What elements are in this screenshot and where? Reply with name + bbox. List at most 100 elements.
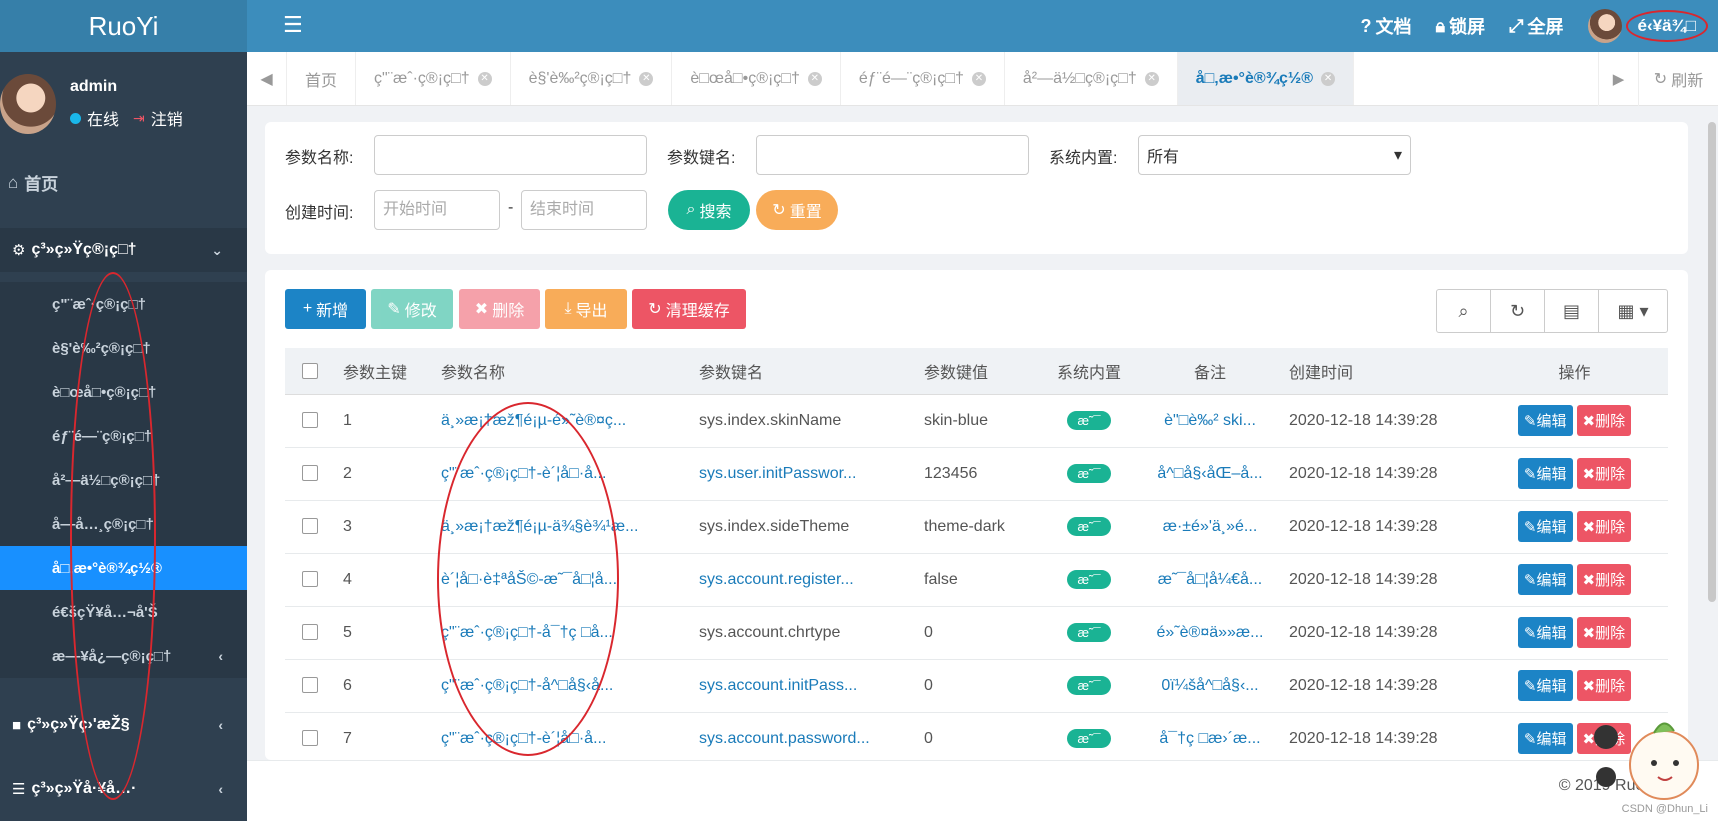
tab-refresh-button[interactable]: ↻ 刷新: [1638, 52, 1718, 106]
sidebar-item-role[interactable]: è§'è‰²ç®¡ç□†: [0, 326, 247, 370]
export-button[interactable]: ⤓ 导出: [545, 289, 627, 329]
cell-remark[interactable]: æ·±é»'ä¸»é...: [1139, 500, 1281, 554]
row-edit-button[interactable]: ✎编辑: [1517, 458, 1573, 489]
row-checkbox[interactable]: [302, 518, 318, 535]
refresh-icon[interactable]: ↻: [1491, 290, 1545, 332]
tab-home[interactable]: 首页: [287, 52, 357, 105]
sidebar-item-dept[interactable]: éƒ¨é—¨ç®¡ç□†: [0, 414, 247, 458]
cell-remark[interactable]: 0ï¼šå^□å§‹...: [1139, 659, 1281, 713]
close-icon[interactable]: ✕: [477, 71, 492, 86]
clear-cache-button[interactable]: ↻ 清理缓存: [632, 289, 746, 329]
sidebar-item-menu[interactable]: è□œå□•ç®¡ç□†: [0, 370, 247, 414]
col-header[interactable]: 参数主键: [335, 348, 433, 395]
sidebar-item-home[interactable]: ⌂ 首页: [8, 170, 58, 195]
sidebar-item-user[interactable]: ç"¨æˆ·ç®¡ç□†: [0, 282, 247, 326]
close-icon[interactable]: ✕: [639, 71, 654, 86]
close-icon[interactable]: ✕: [1144, 71, 1159, 86]
cell-name[interactable]: è´¦å□·è‡ªåŠ©-æ˜¯å□¦å...: [433, 553, 691, 607]
app-logo[interactable]: RuoYi: [0, 0, 247, 52]
user-menu[interactable]: é‹¥ä¾□: [1587, 9, 1708, 43]
col-header[interactable]: 系统内置: [1039, 348, 1139, 395]
col-header[interactable]: 参数键名: [691, 348, 916, 395]
cell-remark[interactable]: é»˜è®¤ä»»æ...: [1139, 606, 1281, 660]
sidebar-item-config[interactable]: å□‚æ•°è®¾ç½®: [0, 546, 247, 590]
edit-button[interactable]: ✎ 修改: [371, 289, 453, 329]
row-delete-button[interactable]: ✖删除: [1576, 670, 1632, 701]
param-key-input[interactable]: [756, 135, 1029, 175]
cell-remark[interactable]: è"□è‰² ski...: [1139, 394, 1281, 448]
row-edit-button[interactable]: ✎编辑: [1517, 405, 1573, 436]
add-button[interactable]: + 新增: [285, 289, 366, 329]
cell-name[interactable]: ç"¨æˆ·ç®¡ç□†-å^□å§‹å...: [433, 659, 691, 713]
sidebar-section-tools[interactable]: ☰ ç³»ç»Ÿå·¥å…· ‹: [0, 767, 247, 811]
col-header[interactable]: 参数键值: [916, 348, 1039, 395]
select-all-checkbox[interactable]: [302, 362, 318, 379]
sidebar-item-notice[interactable]: é€šçŸ¥å…¬å'Š: [0, 590, 247, 634]
tab-user[interactable]: ç"¨æˆ·ç®¡ç□† ✕: [356, 52, 511, 105]
col-header[interactable]: 创建时间: [1281, 348, 1481, 395]
row-edit-button[interactable]: ✎编辑: [1517, 564, 1573, 595]
sidebar-item-log[interactable]: æ—¥å¿—ç®¡ç□† ‹: [0, 634, 247, 678]
sidebar-item-dict[interactable]: å—å…¸ç®¡ç□†: [0, 502, 247, 546]
cell-name[interactable]: ç"¨æˆ·ç®¡ç□†-è´¦å□·å...: [433, 712, 691, 760]
close-icon[interactable]: ✕: [807, 71, 822, 86]
row-checkbox[interactable]: [302, 624, 318, 641]
row-delete-button[interactable]: ✖删除: [1576, 511, 1632, 542]
row-checkbox[interactable]: [302, 677, 318, 694]
builtin-select[interactable]: 所有 ▾: [1138, 135, 1411, 175]
row-delete-button[interactable]: ✖删除: [1576, 564, 1632, 595]
row-delete-button[interactable]: ✖删除: [1576, 617, 1632, 648]
logout-link[interactable]: 注销: [151, 106, 183, 130]
row-delete-button[interactable]: ✖删除: [1576, 405, 1632, 436]
tab-post[interactable]: å²—ä½□ç®¡ç□† ✕: [1005, 52, 1178, 105]
fullscreen-link[interactable]: ⤢ 全屏: [1509, 13, 1563, 39]
lock-screen-link[interactable]: 🔒︎ 锁屏: [1436, 13, 1486, 39]
row-edit-button[interactable]: ✎编辑: [1517, 723, 1573, 754]
tab-config[interactable]: å□‚æ•°è®¾ç½® ✕: [1177, 52, 1355, 105]
col-header[interactable]: 备注: [1139, 348, 1281, 395]
delete-button[interactable]: ✖ 删除: [459, 289, 540, 329]
cell-remark[interactable]: å¯†ç □æ›´æ...: [1139, 712, 1281, 760]
end-time-input[interactable]: [521, 190, 647, 230]
row-checkbox[interactable]: [302, 465, 318, 482]
row-delete-button[interactable]: ✖删除: [1576, 458, 1632, 489]
toggle-view-icon[interactable]: ▤: [1545, 290, 1599, 332]
cell-key[interactable]: sys.account.initPass...: [691, 659, 916, 713]
docs-link[interactable]: ? 文档: [1361, 13, 1412, 39]
row-edit-button[interactable]: ✎编辑: [1517, 617, 1573, 648]
page-scrollbar[interactable]: [1708, 122, 1716, 602]
columns-icon[interactable]: ▦ ▾: [1599, 290, 1667, 332]
close-icon[interactable]: ✕: [1321, 71, 1336, 86]
cell-name[interactable]: ç"¨æˆ·ç®¡ç□†-å¯†ç □å...: [433, 606, 691, 660]
sidebar-section-system[interactable]: ⚙ ç³»ç»Ÿç®¡ç□† ⌄: [0, 228, 247, 272]
tab-dept[interactable]: éƒ¨é—¨ç®¡ç□† ✕: [841, 52, 1005, 105]
row-checkbox[interactable]: [302, 412, 318, 429]
row-checkbox[interactable]: [302, 571, 318, 588]
hamburger-icon[interactable]: ☰: [283, 12, 303, 38]
row-edit-button[interactable]: ✎编辑: [1517, 670, 1573, 701]
cell-remark[interactable]: æ˜¯å□¦å¼€å...: [1139, 553, 1281, 607]
tab-role[interactable]: è§'è‰²ç®¡ç□† ✕: [511, 52, 673, 105]
cell-name[interactable]: ä¸»æ¡†æž¶é¡µ-ä¾§è¾¹æ...: [433, 500, 691, 554]
start-time-input[interactable]: [374, 190, 500, 230]
cell-name[interactable]: ç"¨æˆ·ç®¡ç□†-è´¦å□·å...: [433, 447, 691, 501]
search-toggle-icon[interactable]: ⌕: [1437, 290, 1491, 332]
cell-name[interactable]: ä¸»æ¡†æž¶é¡µ-é»˜è®¤ç...: [433, 394, 691, 448]
cell-key[interactable]: sys.account.register...: [691, 553, 916, 607]
row-checkbox[interactable]: [302, 730, 318, 747]
reset-button[interactable]: ↻ 重置: [756, 190, 838, 230]
row-edit-button[interactable]: ✎编辑: [1517, 511, 1573, 542]
tabs-scroll-left-icon[interactable]: ◀: [247, 52, 287, 105]
tabs-scroll-right-icon[interactable]: ▶: [1598, 52, 1638, 106]
tab-menu[interactable]: è□œå□•ç®¡ç□† ✕: [672, 52, 841, 105]
close-icon[interactable]: ✕: [971, 71, 986, 86]
cell-remark[interactable]: å^□å§‹åŒ–å...: [1139, 447, 1281, 501]
sidebar-item-post[interactable]: å²—ä½□ç®¡ç□†: [0, 458, 247, 502]
sidebar-section-monitor[interactable]: ■ ç³»ç»Ÿç›'æŽ§ ‹: [0, 703, 247, 747]
search-button[interactable]: ⌕ 搜索: [668, 190, 750, 230]
col-header[interactable]: 参数名称: [433, 348, 691, 395]
logout-icon[interactable]: ⇥: [133, 110, 145, 127]
param-name-input[interactable]: [374, 135, 647, 175]
cell-key[interactable]: sys.account.password...: [691, 712, 916, 760]
avatar[interactable]: [0, 74, 56, 134]
